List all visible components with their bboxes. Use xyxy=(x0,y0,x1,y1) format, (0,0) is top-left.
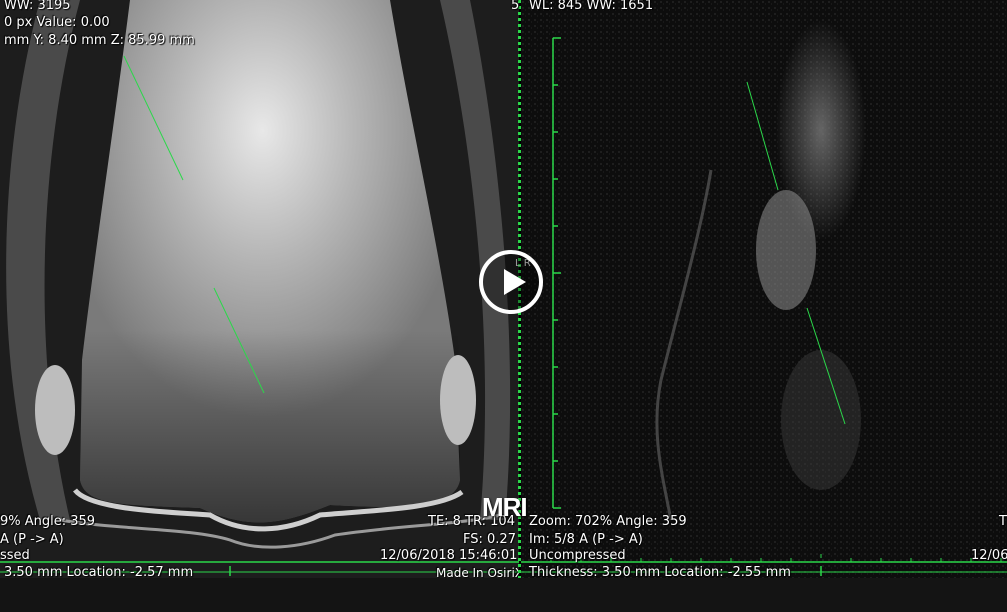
left-mri-image xyxy=(0,0,519,578)
thickness-location-label: 3.50 mm Location: -2.57 mm xyxy=(4,565,194,578)
right-zoom-angle-label: Zoom: 702% Angle: 359 xyxy=(529,514,687,529)
fs-label: FS: 0.27 xyxy=(463,532,516,547)
right-mri-image xyxy=(521,0,1007,578)
mri-watermark: MRI xyxy=(482,492,528,522)
compression-label: ssed xyxy=(0,548,30,563)
right-thickness-location-label: Thickness: 3.50 mm Location: -2.55 mm xyxy=(529,565,791,578)
right-te-label: T xyxy=(999,514,1007,529)
bottom-bar xyxy=(0,578,1007,612)
orientation-label: A (P -> A) xyxy=(0,532,64,547)
right-image-pane[interactable]: WL: 845 WW: 1651 Zoom: 702% Angle: 359 I… xyxy=(521,0,1007,578)
datetime-label: 12/06/2018 15:46:01 xyxy=(380,548,518,563)
made-in-label: Made In OsiriX xyxy=(436,566,519,578)
left-image-pane[interactable]: WW: 3195 0 px Value: 0.00 mm Y: 8.40 mm … xyxy=(0,0,519,578)
right-date-label: 12/06 xyxy=(971,548,1007,563)
play-icon xyxy=(504,269,526,295)
wl-ww-label: WL: 845 WW: 1651 xyxy=(529,0,654,13)
image-index-label: Im: 5/8 A (P -> A) xyxy=(529,532,643,547)
window-width-label: WW: 3195 xyxy=(4,0,71,13)
right-compression-label: Uncompressed xyxy=(529,548,626,563)
dicom-viewer: WW: 3195 0 px Value: 0.00 mm Y: 8.40 mm … xyxy=(0,0,1007,578)
zoom-angle-label: 9% Angle: 359 xyxy=(0,514,96,529)
play-button[interactable] xyxy=(479,250,543,314)
divider-index-label: 5 xyxy=(511,0,520,13)
pixel-value-label: 0 px Value: 0.00 xyxy=(4,15,110,30)
position-label: mm Y: 8.40 mm Z: 85.99 mm xyxy=(4,33,195,48)
